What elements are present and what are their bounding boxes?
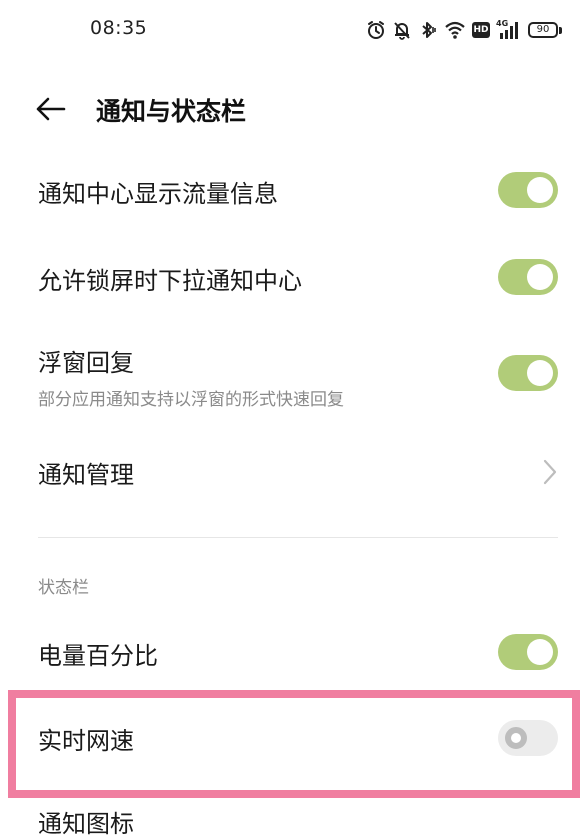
page-title: 通知与状态栏 bbox=[96, 97, 247, 126]
toggle-knob bbox=[527, 360, 553, 386]
setting-label: 电量百分比 bbox=[38, 642, 158, 670]
bluetooth-icon bbox=[422, 22, 436, 38]
notif-traffic-toggle[interactable] bbox=[498, 172, 558, 208]
status-icons: HD 4G 90 bbox=[366, 18, 562, 42]
toggle-knob bbox=[527, 264, 553, 290]
setting-description: 部分应用通知支持以浮窗的形式快速回复 bbox=[38, 390, 344, 410]
chevron-right-icon bbox=[543, 459, 557, 485]
setting-row-float-reply[interactable]: 浮窗回复 部分应用通知支持以浮窗的形式快速回复 bbox=[0, 340, 584, 412]
signal-icon: 4G bbox=[496, 19, 522, 40]
setting-row-notif-traffic[interactable]: 通知中心显示流量信息 bbox=[0, 165, 584, 217]
setting-label: 通知中心显示流量信息 bbox=[38, 180, 278, 208]
arrow-left-icon bbox=[36, 97, 66, 121]
battery-percent-toggle[interactable] bbox=[498, 634, 558, 670]
mute-icon bbox=[394, 22, 410, 40]
wifi-icon bbox=[445, 21, 465, 39]
toggle-knob bbox=[505, 727, 527, 749]
setting-row-realtime-speed[interactable]: 实时网速 bbox=[0, 712, 584, 764]
setting-label: 通知管理 bbox=[38, 461, 134, 489]
setting-row-notif-icons[interactable]: 通知图标 bbox=[0, 798, 584, 838]
setting-row-battery-percent[interactable]: 电量百分比 bbox=[0, 627, 584, 679]
toggle-knob bbox=[527, 639, 553, 665]
setting-label: 实时网速 bbox=[38, 727, 134, 755]
section-divider bbox=[38, 537, 558, 538]
battery-level: 90 bbox=[528, 22, 558, 38]
setting-label: 允许锁屏时下拉通知中心 bbox=[38, 267, 302, 295]
setting-row-lock-pulldown[interactable]: 允许锁屏时下拉通知中心 bbox=[0, 252, 584, 304]
hd-icon: HD bbox=[472, 22, 490, 38]
battery-tip bbox=[559, 26, 562, 34]
float-reply-toggle[interactable] bbox=[498, 355, 558, 391]
setting-label: 通知图标 bbox=[38, 810, 134, 838]
lock-pulldown-toggle[interactable] bbox=[498, 259, 558, 295]
realtime-speed-toggle[interactable] bbox=[498, 720, 558, 756]
alarm-icon bbox=[368, 21, 384, 39]
section-header-status-bar: 状态栏 bbox=[38, 578, 89, 598]
battery-icon: 90 bbox=[528, 22, 562, 38]
toggle-knob bbox=[527, 177, 553, 203]
setting-label: 浮窗回复 bbox=[38, 349, 134, 377]
header: 通知与状态栏 bbox=[0, 80, 584, 136]
setting-row-notif-manage[interactable]: 通知管理 bbox=[0, 446, 584, 498]
back-button[interactable] bbox=[34, 92, 68, 126]
status-time: 08:35 bbox=[90, 17, 148, 39]
status-bar: 08:35 HD 4G 90 bbox=[0, 0, 584, 62]
